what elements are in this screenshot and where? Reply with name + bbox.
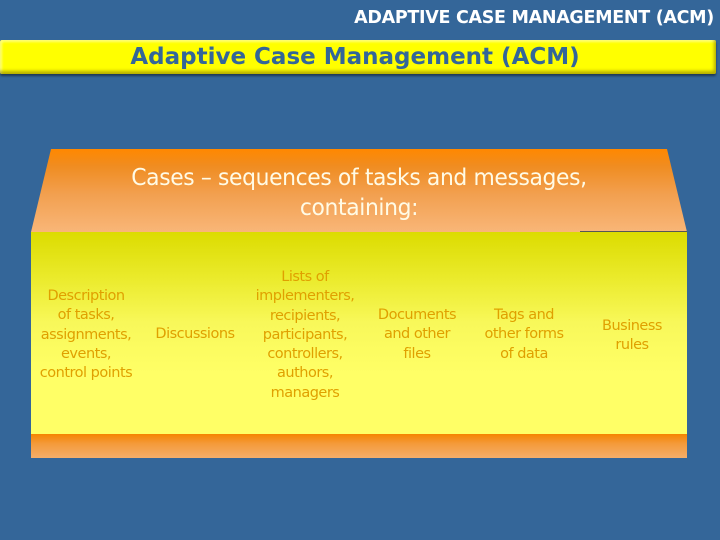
slide: ADAPTIVE CASE MANAGEMENT (ACM) Adaptive …	[0, 0, 720, 540]
item-lists: Lists of implementers, recipients, parti…	[255, 269, 355, 401]
cases-banner-label: Cases – sequences of tasks and messages,…	[131, 163, 587, 221]
slide-title: Adaptive Case Management (ACM)	[130, 44, 580, 70]
item-documents: Documents and other files	[377, 307, 457, 362]
title-bar: Adaptive Case Management (ACM)	[0, 40, 716, 74]
item-tags: Tags and other forms of data	[484, 307, 564, 362]
header-label: ADAPTIVE CASE MANAGEMENT (ACM)	[354, 8, 714, 28]
item-discussions: Discussions	[155, 326, 235, 342]
divider-line	[580, 231, 687, 232]
item-business-rules: Business rules	[602, 318, 662, 354]
item-description: Description of tasks, assignments, event…	[39, 288, 133, 382]
cases-banner-text: Cases – sequences of tasks and messages,…	[54, 162, 664, 222]
cases-banner: Cases – sequences of tasks and messages,…	[31, 149, 687, 232]
box-bottom-strip	[31, 434, 687, 458]
